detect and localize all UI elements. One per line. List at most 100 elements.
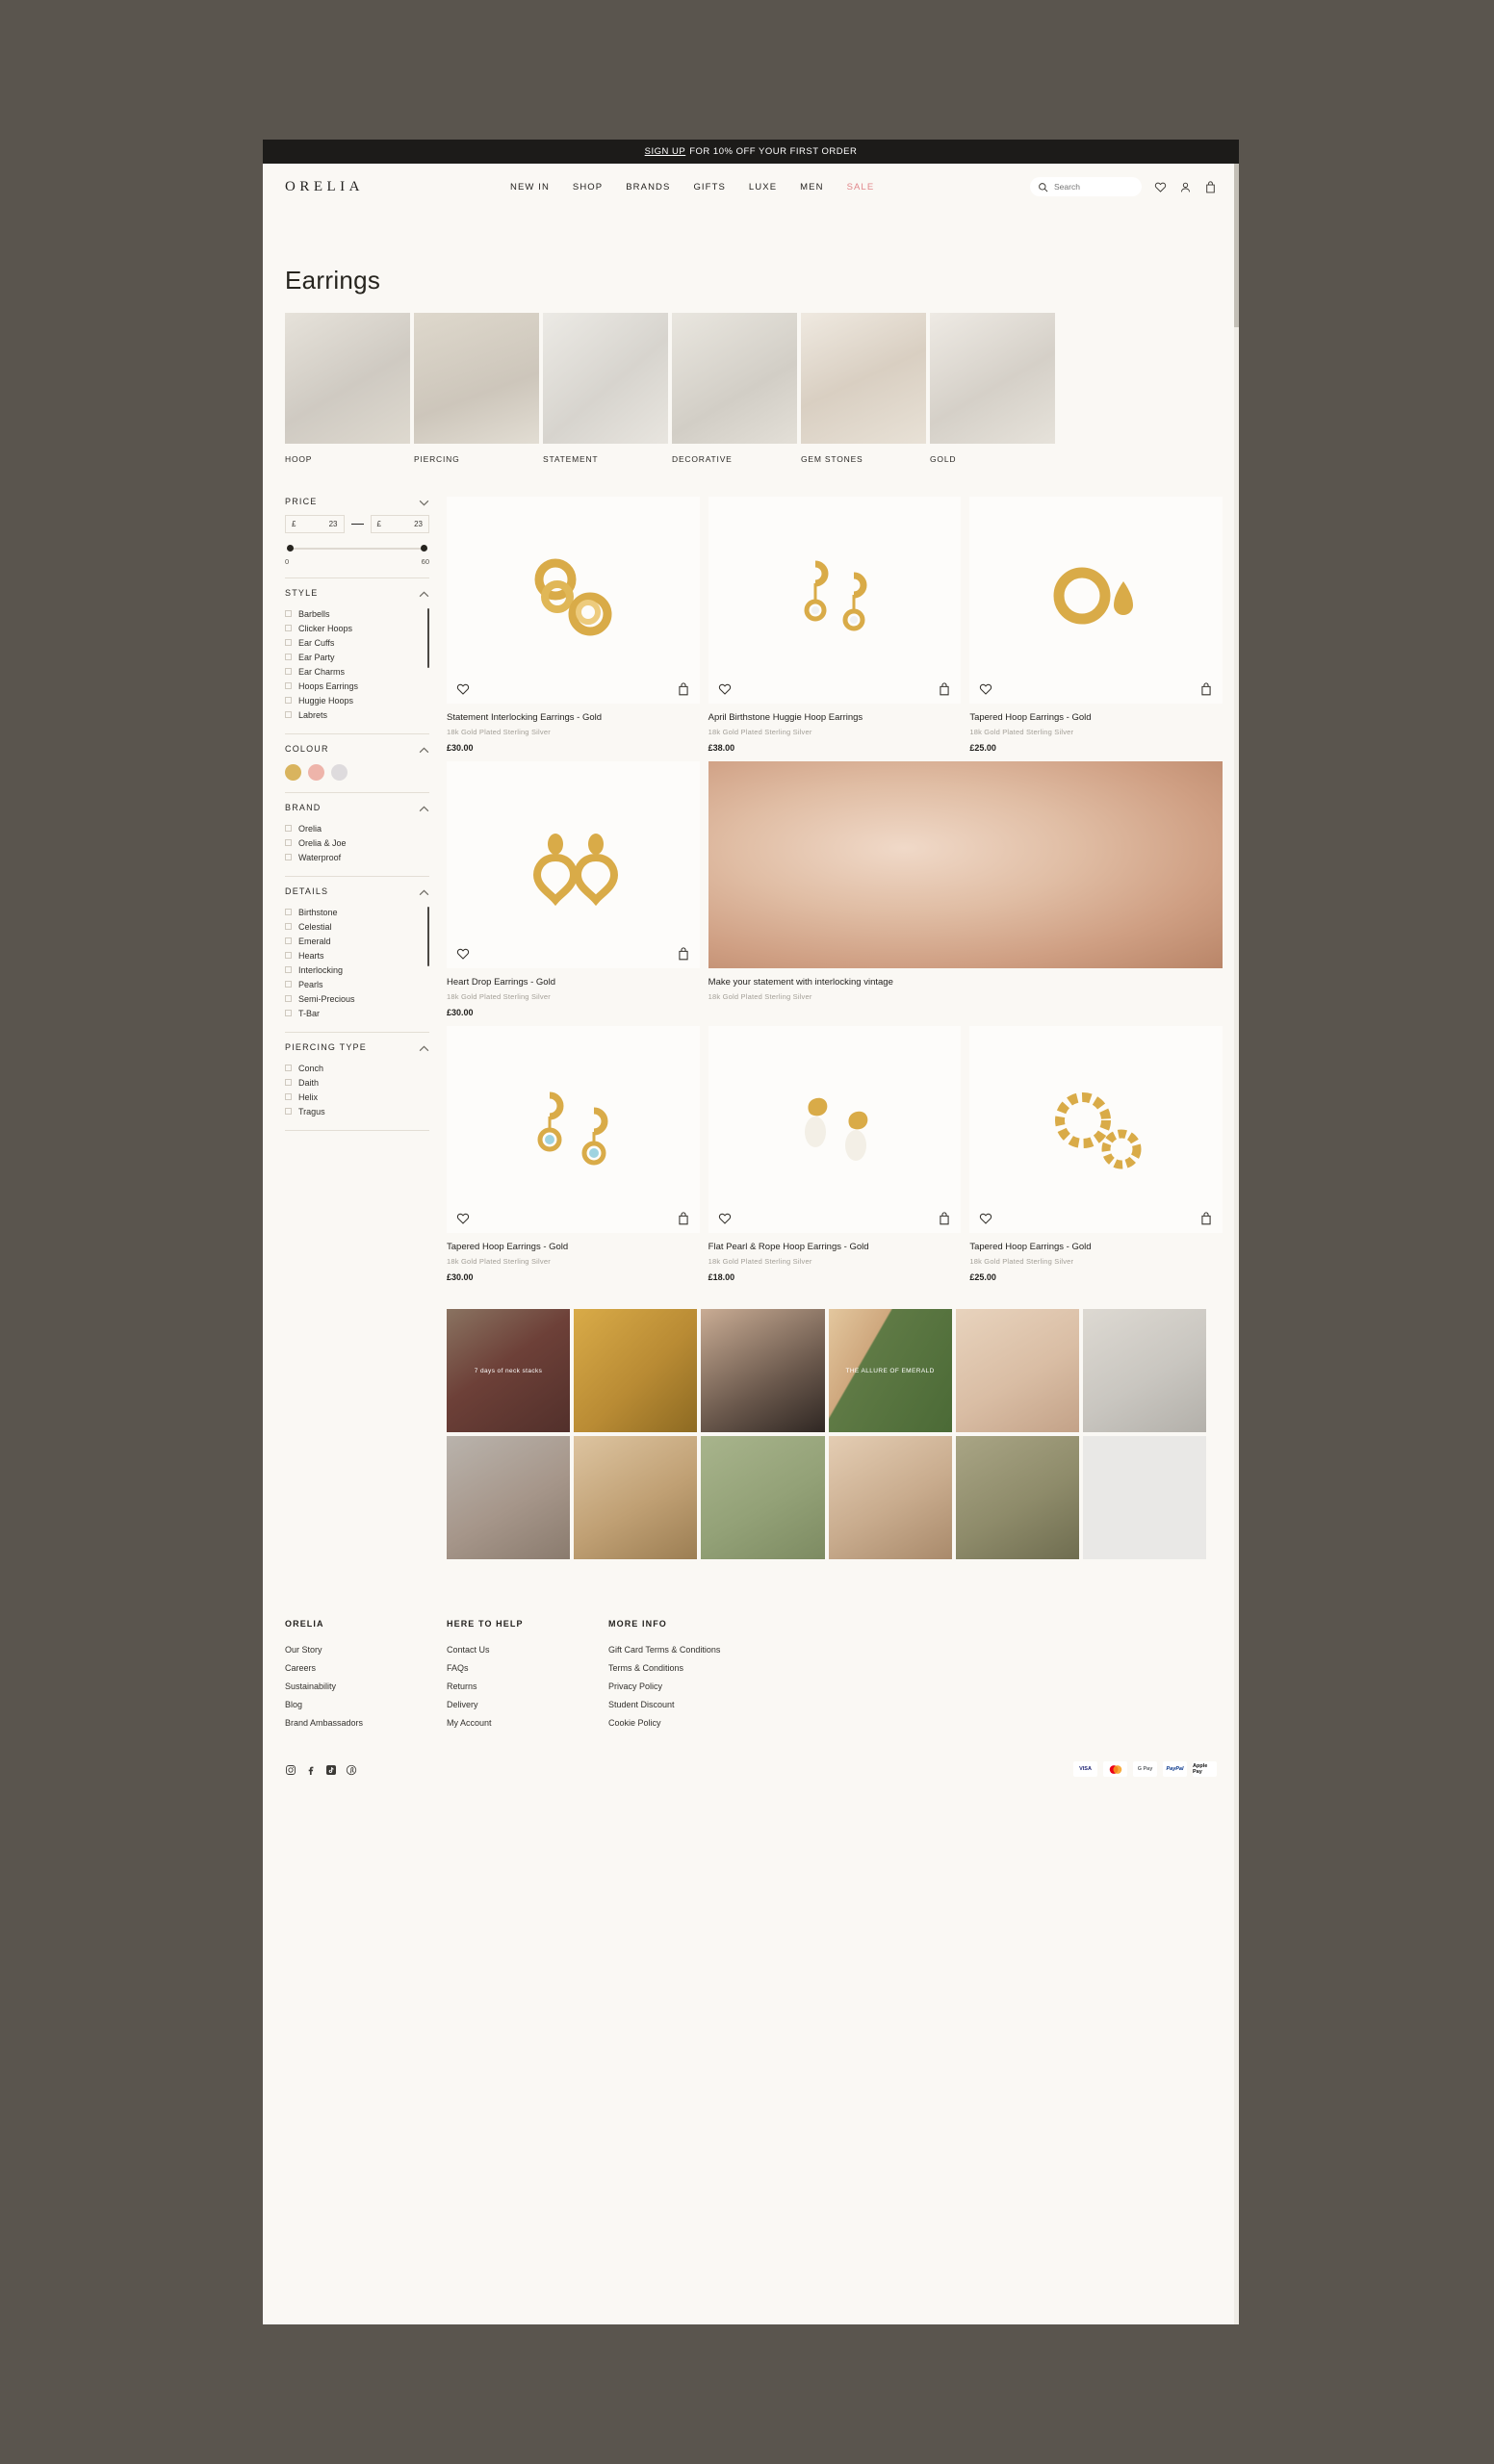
checkbox[interactable] [285, 937, 292, 944]
filter-option[interactable]: Conch [285, 1061, 429, 1075]
product-title[interactable]: Statement Interlocking Earrings - Gold [447, 704, 700, 723]
filter-option[interactable]: Hearts [285, 948, 429, 962]
checkbox[interactable] [285, 668, 292, 675]
filter-option[interactable]: Hoops Earrings [285, 679, 429, 693]
filter-list-scrollbar[interactable] [427, 907, 429, 1022]
checkbox[interactable] [285, 923, 292, 930]
gallery-item[interactable] [447, 1436, 571, 1560]
checkbox[interactable] [285, 854, 292, 860]
colour-swatch-silver[interactable] [331, 764, 348, 781]
filter-option[interactable]: Ear Party [285, 650, 429, 664]
filter-option[interactable]: Daith [285, 1075, 429, 1090]
filter-header-colour[interactable]: COLOUR [285, 744, 429, 762]
filter-option[interactable]: Celestial [285, 919, 429, 934]
footer-link-gift-card-terms[interactable]: Gift Card Terms & Conditions [608, 1645, 720, 1655]
filter-option[interactable]: Orelia & Joe [285, 835, 429, 850]
product-card[interactable]: Heart Drop Earrings - Gold 18k Gold Plat… [447, 761, 700, 1017]
filter-option[interactable]: Tragus [285, 1104, 429, 1118]
pinterest-icon[interactable] [346, 1763, 357, 1776]
product-title[interactable]: April Birthstone Huggie Hoop Earrings [708, 704, 962, 723]
checkbox[interactable] [285, 909, 292, 915]
account-icon[interactable] [1179, 181, 1192, 193]
category-item-gold[interactable]: GOLD [930, 313, 1055, 464]
nav-item-new-in[interactable]: NEW IN [510, 182, 550, 192]
wishlist-heart-icon[interactable] [979, 682, 992, 696]
product-image[interactable] [447, 1026, 700, 1233]
search-box[interactable] [1030, 177, 1142, 196]
add-to-bag-icon[interactable] [1199, 682, 1213, 696]
filter-option[interactable]: Interlocking [285, 962, 429, 977]
chevron-up-icon[interactable] [419, 590, 429, 597]
nav-item-luxe[interactable]: LUXE [749, 182, 777, 192]
product-image[interactable] [708, 1026, 962, 1233]
product-title[interactable]: Tapered Hoop Earrings - Gold [969, 704, 1223, 723]
filter-option[interactable]: Ear Charms [285, 664, 429, 679]
footer-link-returns[interactable]: Returns [447, 1681, 608, 1691]
footer-link-delivery[interactable]: Delivery [447, 1700, 608, 1709]
product-title[interactable]: Tapered Hoop Earrings - Gold [447, 1233, 700, 1252]
checkbox[interactable] [285, 697, 292, 704]
filter-header-piercing-type[interactable]: PIERCING TYPE [285, 1042, 429, 1061]
add-to-bag-icon[interactable] [677, 682, 690, 696]
footer-link-our-story[interactable]: Our Story [285, 1645, 447, 1655]
product-card[interactable]: April Birthstone Huggie Hoop Earrings 18… [708, 497, 962, 753]
add-to-bag-icon[interactable] [1199, 1212, 1213, 1225]
gallery-item[interactable] [828, 1436, 952, 1560]
gallery-item[interactable] [701, 1309, 825, 1433]
gallery-item[interactable] [955, 1309, 1079, 1433]
product-card[interactable]: Tapered Hoop Earrings - Gold 18k Gold Pl… [447, 1026, 700, 1282]
gallery-item[interactable] [574, 1436, 698, 1560]
product-image[interactable] [969, 497, 1223, 704]
gallery-item[interactable]: THE ALLURE OF EMERALD [828, 1309, 952, 1433]
editorial-banner-card[interactable]: Make your statement with interlocking vi… [708, 761, 1223, 1017]
filter-header-brand[interactable]: BRAND [285, 803, 429, 821]
product-image[interactable] [708, 497, 962, 704]
banner-image[interactable] [708, 761, 1223, 968]
checkbox[interactable] [285, 995, 292, 1002]
chevron-down-icon[interactable] [419, 499, 429, 506]
add-to-bag-icon[interactable] [677, 1212, 690, 1225]
category-item-decorative[interactable]: DECORATIVE [672, 313, 797, 464]
product-title[interactable]: Tapered Hoop Earrings - Gold [969, 1233, 1223, 1252]
checkbox[interactable] [285, 1079, 292, 1086]
filter-option[interactable]: Emerald [285, 934, 429, 948]
checkbox[interactable] [285, 952, 292, 959]
filter-option[interactable]: Helix [285, 1090, 429, 1104]
chevron-up-icon[interactable] [419, 805, 429, 811]
checkbox[interactable] [285, 639, 292, 646]
category-item-hoop[interactable]: HOOP [285, 313, 410, 464]
nav-item-gifts[interactable]: GIFTS [693, 182, 725, 192]
wishlist-heart-icon[interactable] [456, 1212, 470, 1225]
nav-item-men[interactable]: MEN [800, 182, 823, 192]
footer-link-my-account[interactable]: My Account [447, 1718, 608, 1728]
gallery-item[interactable] [701, 1436, 825, 1560]
price-slider[interactable] [287, 545, 427, 552]
gallery-item[interactable] [1082, 1309, 1206, 1433]
add-to-bag-icon[interactable] [677, 947, 690, 961]
wishlist-heart-icon[interactable] [1154, 181, 1167, 193]
announcement-bar[interactable]: SIGN UP FOR 10% OFF YOUR FIRST ORDER [263, 140, 1239, 164]
product-image[interactable] [969, 1026, 1223, 1233]
product-title[interactable]: Flat Pearl & Rope Hoop Earrings - Gold [708, 1233, 962, 1252]
checkbox[interactable] [285, 981, 292, 988]
product-card[interactable]: Flat Pearl & Rope Hoop Earrings - Gold 1… [708, 1026, 962, 1282]
footer-link-contact-us[interactable]: Contact Us [447, 1645, 608, 1655]
instagram-icon[interactable] [285, 1763, 296, 1776]
checkbox[interactable] [285, 682, 292, 689]
product-card[interactable]: Tapered Hoop Earrings - Gold 18k Gold Pl… [969, 497, 1223, 753]
filter-option[interactable]: Huggie Hoops [285, 693, 429, 707]
chevron-up-icon[interactable] [419, 1044, 429, 1051]
filter-option[interactable]: T-Bar [285, 1006, 429, 1020]
checkbox[interactable] [285, 1093, 292, 1100]
checkbox[interactable] [285, 825, 292, 832]
filter-header-details[interactable]: DETAILS [285, 886, 429, 905]
nav-item-brands[interactable]: BRANDS [626, 182, 670, 192]
filter-option[interactable]: Semi-Precious [285, 991, 429, 1006]
filter-header-style[interactable]: STYLE [285, 588, 429, 606]
filter-option[interactable]: Barbells [285, 606, 429, 621]
nav-item-shop[interactable]: SHOP [573, 182, 603, 192]
add-to-bag-icon[interactable] [938, 1212, 951, 1225]
category-carousel[interactable]: HOOP PIERCING STATEMENT DECORATIVE GEM S… [263, 313, 1239, 464]
slider-handle-max[interactable] [421, 545, 427, 552]
gallery-item[interactable] [955, 1436, 1079, 1560]
